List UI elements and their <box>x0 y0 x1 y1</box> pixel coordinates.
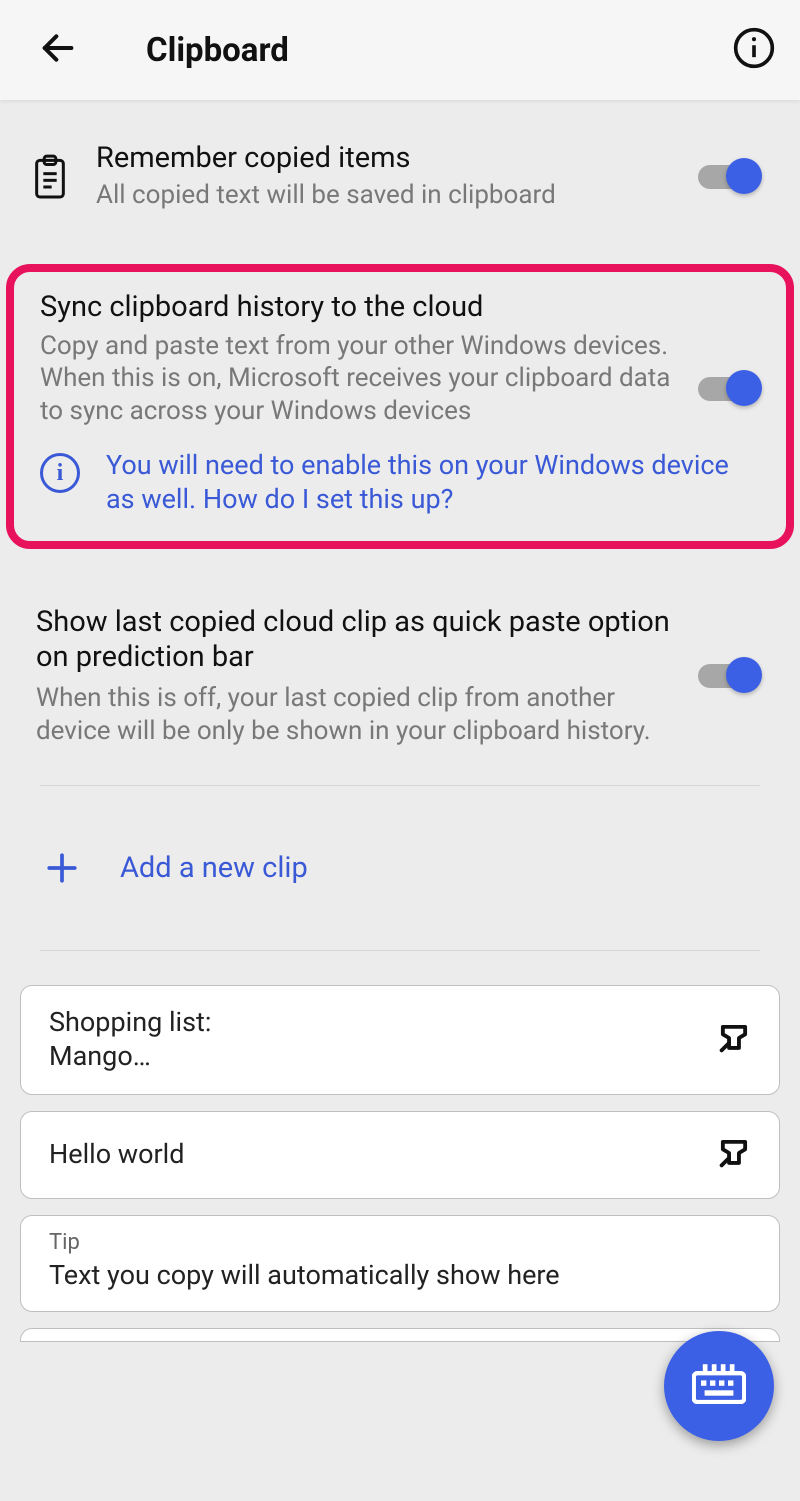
sync-toggle[interactable] <box>698 374 760 404</box>
clip-item-partial <box>20 1328 780 1342</box>
clip-item[interactable]: Hello world <box>20 1111 780 1199</box>
show-last-title: Show last copied cloud clip as quick pas… <box>36 605 674 675</box>
sync-clipboard-setting[interactable]: Sync clipboard history to the cloud Copy… <box>6 264 794 549</box>
tip-text: Text you copy will automatically show he… <box>49 1259 755 1293</box>
remember-subtitle: All copied text will be saved in clipboa… <box>96 179 674 212</box>
app-header: Clipboard <box>0 0 800 100</box>
info-icon[interactable] <box>732 26 776 74</box>
back-icon[interactable] <box>38 28 78 72</box>
clip-text: Hello world <box>49 1138 713 1172</box>
remember-title: Remember copied items <box>96 142 674 175</box>
add-clip-button[interactable]: Add a new clip <box>0 786 800 950</box>
sync-title: Sync clipboard history to the cloud <box>40 290 692 324</box>
add-clip-label: Add a new clip <box>120 851 308 885</box>
sync-info-link[interactable]: i You will need to enable this on your W… <box>40 449 760 517</box>
remember-toggle[interactable] <box>698 162 760 192</box>
page-title: Clipboard <box>146 31 732 70</box>
info-circle-icon: i <box>40 453 80 493</box>
keyboard-fab[interactable] <box>664 1331 774 1441</box>
tip-card[interactable]: Tip Text you copy will automatically sho… <box>20 1215 780 1312</box>
sync-subtitle: Copy and paste text from your other Wind… <box>40 330 692 428</box>
pin-icon[interactable] <box>713 1132 755 1178</box>
show-last-clip-setting[interactable]: Show last copied cloud clip as quick pas… <box>0 549 800 786</box>
clip-text: Shopping list: Mango… <box>49 1006 713 1074</box>
plus-icon <box>40 846 84 890</box>
remember-copied-setting[interactable]: Remember copied items All copied text wi… <box>0 100 800 254</box>
sync-info-text: You will need to enable this on your Win… <box>106 449 760 517</box>
pin-icon[interactable] <box>713 1017 755 1063</box>
clip-item[interactable]: Shopping list: Mango… <box>20 985 780 1095</box>
keyboard-icon <box>692 1364 746 1408</box>
show-last-subtitle: When this is off, your last copied clip … <box>36 682 674 747</box>
clips-list: Shopping list: Mango… Hello world Tip Te… <box>0 973 800 1341</box>
tip-label: Tip <box>49 1230 755 1255</box>
show-last-toggle[interactable] <box>698 661 760 691</box>
divider <box>40 950 760 951</box>
clipboard-icon <box>30 153 70 201</box>
